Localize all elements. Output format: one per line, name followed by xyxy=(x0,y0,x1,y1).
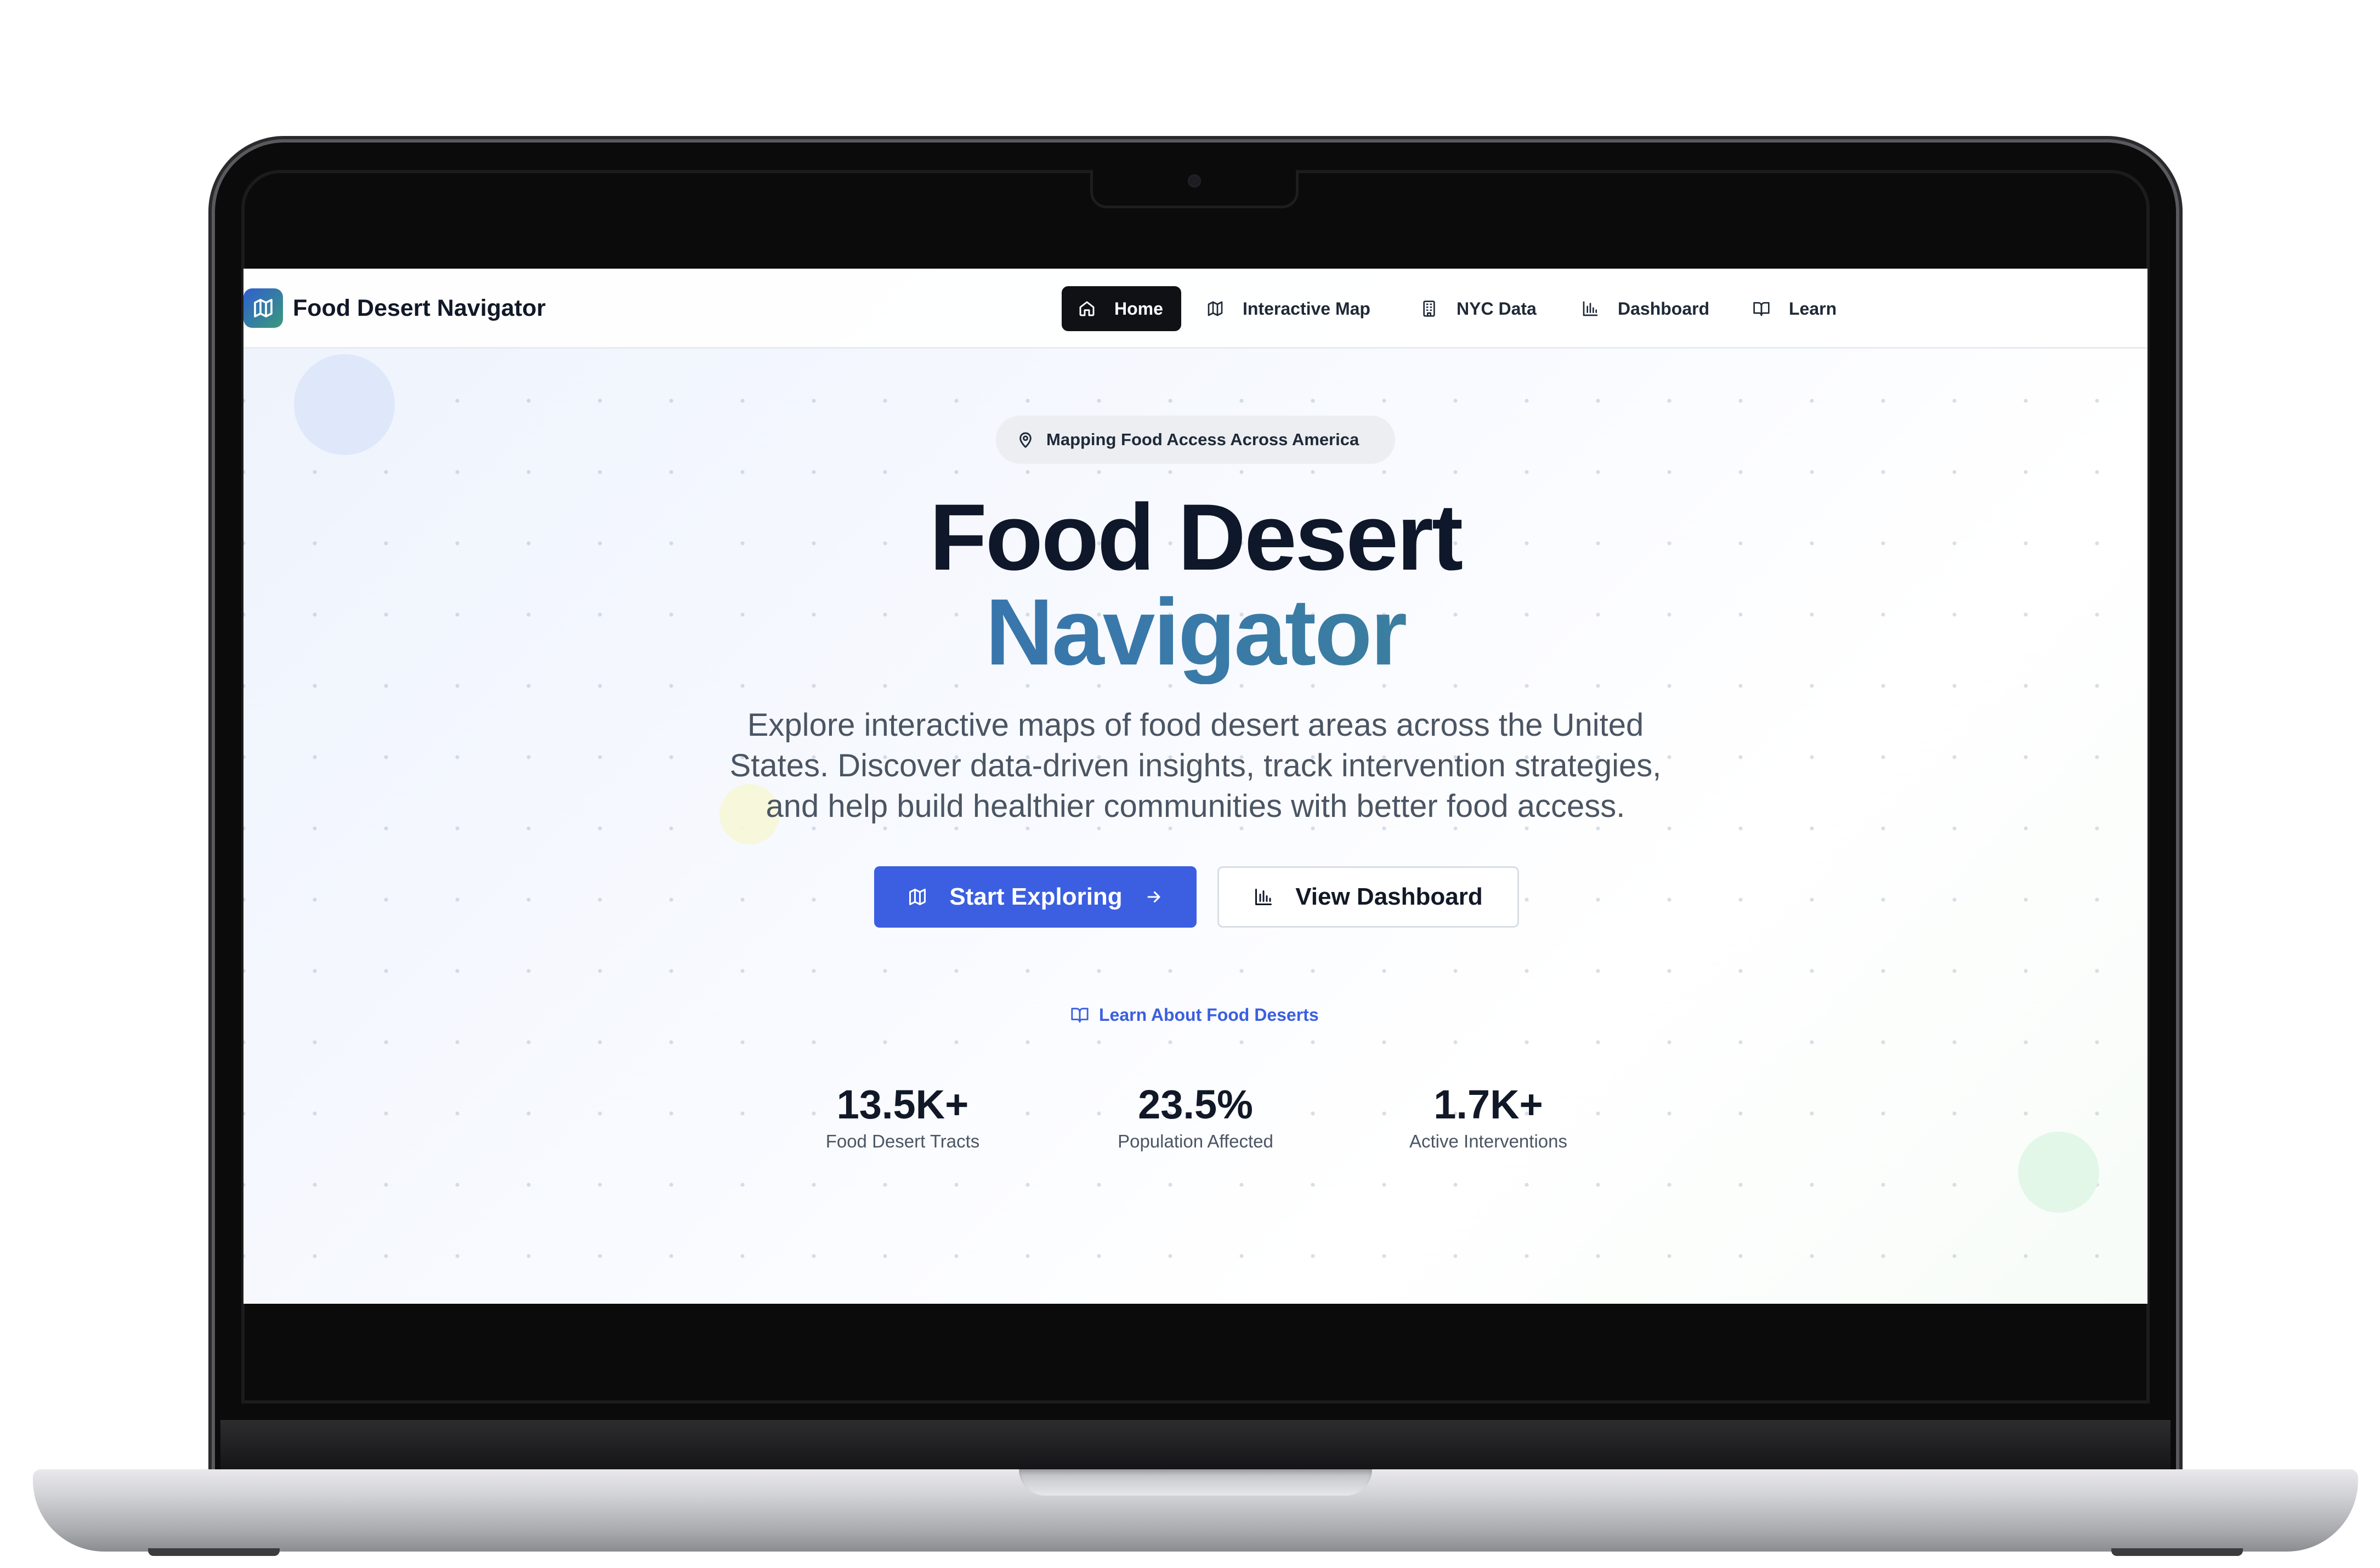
app-screen: Food Desert Navigator Home Interactive M… xyxy=(243,269,2147,1304)
nav-home-label: Home xyxy=(1114,299,1163,319)
start-exploring-button[interactable]: Start Exploring xyxy=(874,866,1197,928)
laptop-foot-right xyxy=(2111,1548,2243,1556)
nav-nyc-data[interactable]: NYC Data xyxy=(1420,286,1537,331)
nav-home[interactable]: Home xyxy=(1062,286,1181,331)
top-navbar: Food Desert Navigator Home Interactive M… xyxy=(243,269,2147,349)
hero-description: Explore interactive maps of food desert … xyxy=(729,707,1662,824)
nav-learn[interactable]: Learn xyxy=(1753,286,1837,331)
learn-link-label: Learn About Food Deserts xyxy=(1099,1004,1319,1025)
bar-chart-icon xyxy=(1255,889,1272,905)
stat-label: Population Affected xyxy=(1118,1131,1273,1151)
hero-badge-text: Mapping Food Access Across America xyxy=(1046,430,1359,449)
stat-value: 1.7K+ xyxy=(1433,1082,1543,1127)
decorative-blob-green xyxy=(2018,1132,2099,1213)
nav-interactive-map[interactable]: Interactive Map xyxy=(1206,286,1370,331)
stat-label: Food Desert Tracts xyxy=(825,1131,980,1151)
decorative-blob-blue xyxy=(294,354,395,455)
map-pin-icon xyxy=(1019,432,1032,448)
arrow-right-icon xyxy=(1147,891,1160,903)
book-open-icon xyxy=(1753,302,1770,316)
book-open-icon xyxy=(1071,1008,1089,1023)
nav-dashboard-label: Dashboard xyxy=(1618,299,1710,319)
hero-title-line1: Food Desert xyxy=(929,485,1463,590)
nav-interactive-map-label: Interactive Map xyxy=(1243,299,1370,319)
map-icon xyxy=(1208,301,1223,316)
stat-value: 13.5K+ xyxy=(836,1082,969,1127)
map-icon xyxy=(909,889,926,905)
nav-dashboard[interactable]: Dashboard xyxy=(1582,286,1709,331)
stat-active-interventions: 1.7K+ Active Interventions xyxy=(1324,1080,1653,1154)
stat-label: Active Interventions xyxy=(1409,1131,1567,1151)
bar-chart-icon xyxy=(1583,301,1598,316)
laptop-base-notch xyxy=(1019,1469,1372,1496)
laptop-foot-left xyxy=(148,1548,280,1556)
stat-food-desert-tracts: 13.5K+ Food Desert Tracts xyxy=(738,1080,1067,1154)
home-icon xyxy=(1079,301,1095,316)
view-dashboard-button[interactable]: View Dashboard xyxy=(1217,866,1519,928)
laptop-hinge xyxy=(220,1420,2171,1469)
nav-nyc-data-label: NYC Data xyxy=(1457,299,1537,319)
nav-learn-label: Learn xyxy=(1789,299,1837,319)
start-exploring-label: Start Exploring xyxy=(949,883,1123,910)
stat-population-affected: 23.5% Population Affected xyxy=(1031,1080,1360,1154)
building-icon xyxy=(1423,300,1435,317)
hero-title-line2: Navigator xyxy=(243,580,2147,684)
camera-icon xyxy=(1188,174,1201,188)
hero-badge: Mapping Food Access Across America xyxy=(996,416,1395,464)
logo-map-icon[interactable] xyxy=(243,288,283,328)
view-dashboard-label: View Dashboard xyxy=(1295,883,1483,910)
app-name[interactable]: Food Desert Navigator xyxy=(293,293,546,323)
learn-about-food-deserts-link[interactable]: Learn About Food Deserts xyxy=(1070,1001,1319,1029)
stat-value: 23.5% xyxy=(1138,1082,1253,1127)
